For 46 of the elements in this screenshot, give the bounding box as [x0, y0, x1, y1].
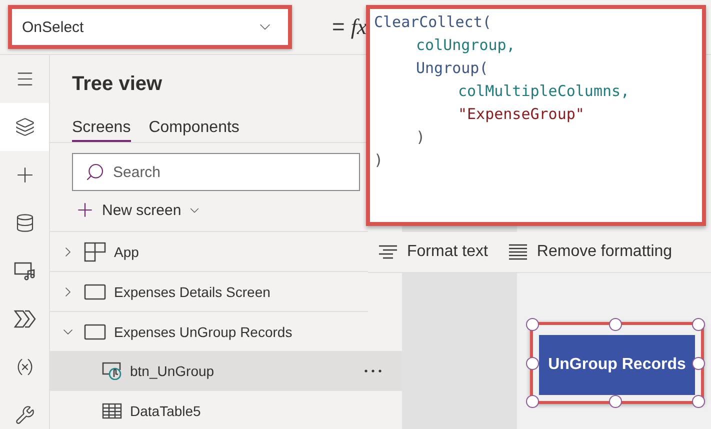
code-line: ClearCollect(: [374, 12, 492, 33]
resize-handle[interactable]: [526, 357, 539, 370]
fx-label: fx: [350, 14, 367, 40]
chevron-flow-icon[interactable]: [14, 310, 36, 328]
tree-item[interactable]: btn_UnGroup: [50, 351, 402, 391]
database-icon[interactable]: [14, 213, 34, 233]
code-line: colUngroup,: [415, 35, 516, 56]
resize-handle[interactable]: [692, 318, 705, 331]
code-line: colMultipleColumns,: [457, 81, 631, 102]
search-field[interactable]: Search: [72, 153, 360, 191]
search-icon: [85, 162, 105, 182]
format-text-icon: [378, 245, 398, 259]
new-screen-button[interactable]: New screen: [74, 197, 202, 223]
tree-item[interactable]: Expenses Details Screen: [50, 271, 368, 311]
equals-sign: =: [332, 14, 345, 40]
tree-item[interactable]: DataTable5: [50, 391, 368, 429]
selection-frame[interactable]: UnGroup Records: [530, 322, 704, 404]
screen-icon: [84, 284, 106, 300]
code-line: ): [374, 150, 384, 171]
lines-icon: [508, 244, 528, 260]
resize-handle[interactable]: [609, 318, 622, 331]
property-dropdown[interactable]: OnSelect: [8, 5, 292, 49]
format-button[interactable]: Format text: [378, 243, 488, 261]
app-icon: [84, 242, 106, 262]
resize-handle[interactable]: [692, 395, 705, 408]
more-icon[interactable]: [364, 369, 382, 373]
code-line: Ungroup(: [415, 58, 490, 79]
panel-title: Tree view: [71, 73, 164, 97]
code-line: ): [415, 127, 426, 148]
code-line: "ExpenseGroup": [457, 104, 586, 125]
formula-editor[interactable]: ClearCollect( colUngroup, Ungroup( colMultipleColumns, "ExpenseGroup" ) ): [366, 5, 706, 226]
tab[interactable]: Components: [148, 115, 240, 142]
ungroup-button[interactable]: UnGroup Records: [539, 335, 695, 395]
tree-item[interactable]: App: [50, 231, 368, 271]
wrench-icon[interactable]: [14, 405, 34, 425]
tab[interactable]: Screens: [72, 115, 131, 142]
table-icon: [102, 403, 122, 419]
resize-handle[interactable]: [609, 395, 622, 408]
format-button[interactable]: Remove formatting: [508, 243, 672, 261]
button-icon: [102, 362, 122, 380]
rail-button[interactable]: [0, 103, 49, 151]
media-icon[interactable]: [14, 261, 36, 281]
screen-icon: [84, 324, 106, 340]
resize-handle[interactable]: [526, 395, 539, 408]
resize-handle[interactable]: [526, 318, 539, 331]
layers-icon[interactable]: [14, 117, 34, 137]
